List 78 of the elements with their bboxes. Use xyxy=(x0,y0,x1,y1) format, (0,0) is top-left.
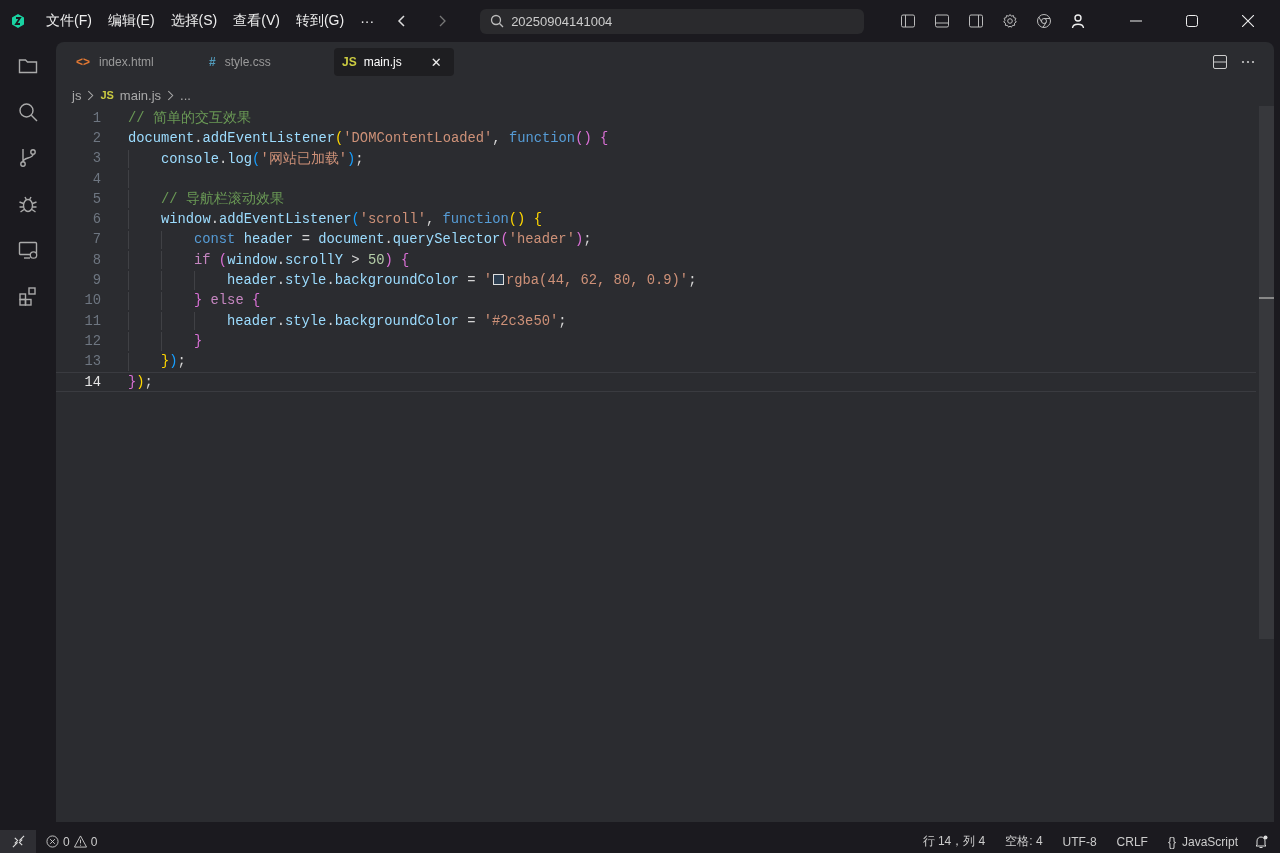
line-number: 9 xyxy=(91,273,101,288)
monitor-icon[interactable] xyxy=(18,240,38,260)
line-number: 1 xyxy=(91,110,101,126)
extensions-icon[interactable] xyxy=(18,286,38,306)
editor-tab[interactable]: <> index.html xyxy=(68,48,201,76)
file-type-icon: JS xyxy=(342,55,357,69)
line-number: 8 xyxy=(91,252,101,268)
chevron-icon xyxy=(167,89,175,101)
code-line: console.log('网站已加载'); xyxy=(161,150,364,168)
cursor-position[interactable]: 行 14，列 4 xyxy=(912,833,996,850)
code-line: document.addEventListener('DOMContentLoaded', function() { xyxy=(128,130,609,146)
menu-item[interactable]: 编辑(E) xyxy=(99,12,163,30)
breadcrumb-item[interactable]: ... xyxy=(180,87,191,103)
menu-item[interactable]: 文件(F) xyxy=(38,12,100,30)
encoding[interactable]: UTF-8 xyxy=(1052,834,1107,849)
close-icon[interactable] xyxy=(1242,15,1254,27)
maximize-icon[interactable] xyxy=(1186,15,1198,27)
error-icon xyxy=(46,835,59,848)
line-number: 10 xyxy=(83,293,101,309)
line-number: 13 xyxy=(83,354,101,370)
close-tab-icon[interactable]: ✕ xyxy=(430,54,442,70)
warning-count[interactable]: 0 xyxy=(90,834,98,849)
chevron-icon xyxy=(87,89,95,101)
line-number: 7 xyxy=(91,232,101,248)
breadcrumb-item[interactable]: js xyxy=(72,87,82,103)
app-logo-icon xyxy=(10,13,26,29)
toggle-secondary-sidebar-icon[interactable] xyxy=(968,13,984,29)
braces-icon: {} xyxy=(1167,834,1176,849)
code-line: header.style.backgroundColor = '#2c3e50'; xyxy=(227,313,567,329)
line-number: 14 xyxy=(83,374,101,390)
warning-icon xyxy=(73,835,87,848)
code-line: }); xyxy=(128,374,153,390)
folder-icon[interactable] xyxy=(18,56,38,76)
menu-item[interactable]: ··· xyxy=(352,13,383,29)
code-line: } else { xyxy=(194,293,261,309)
account-icon[interactable] xyxy=(1070,13,1086,29)
remote-icon xyxy=(11,835,25,848)
scrollbar[interactable] xyxy=(1259,106,1274,639)
remote-button[interactable] xyxy=(0,830,36,853)
code-line: // 导航栏滚动效果 xyxy=(161,190,284,209)
line-ending[interactable]: CRLF xyxy=(1106,834,1158,849)
toggle-panel-icon[interactable] xyxy=(934,13,950,29)
code-line: }); xyxy=(161,354,186,370)
browser-icon[interactable] xyxy=(1036,13,1052,29)
file-type-icon: JS xyxy=(100,89,114,101)
search-icon[interactable] xyxy=(18,102,38,122)
split-editor-icon[interactable] xyxy=(1212,54,1228,70)
code-line: window.addEventListener('scroll', function() { xyxy=(161,212,542,228)
line-number: 5 xyxy=(91,191,101,207)
menu-item[interactable]: 查看(V) xyxy=(225,12,288,30)
line-number: 2 xyxy=(91,130,101,146)
notification-bell-icon[interactable] xyxy=(1254,834,1268,849)
branch-icon[interactable] xyxy=(18,148,38,168)
menu-item[interactable]: 转到(G) xyxy=(287,12,353,30)
code-line: header.style.backgroundColor = ' rgba(44, 62, 80, 0.9)'; xyxy=(227,273,697,288)
line-number: 11 xyxy=(83,313,101,329)
settings-icon[interactable] xyxy=(1002,13,1018,29)
code-line: if (window.scrollY > 50) { xyxy=(194,252,410,268)
bug-icon[interactable] xyxy=(18,194,38,214)
toggle-sidebar-icon[interactable] xyxy=(900,13,916,29)
search-icon xyxy=(490,14,505,28)
editor-tab[interactable]: # style.css xyxy=(201,48,334,76)
language-mode[interactable]: JavaScript xyxy=(1181,834,1238,849)
breadcrumb-item[interactable]: main.js xyxy=(119,87,162,103)
code-line: } xyxy=(194,333,203,349)
line-number: 3 xyxy=(91,151,101,167)
code-line: const header = document.querySelector('header'); xyxy=(194,232,592,248)
search-field[interactable]: 20250904141004 xyxy=(480,8,865,34)
error-count[interactable]: 0 xyxy=(63,834,70,849)
code-line: // 简单的交互效果 xyxy=(128,109,251,128)
line-number: 12 xyxy=(83,333,101,349)
editor-tab[interactable]: JS main.js ✕ xyxy=(334,48,454,76)
file-type-icon: <> xyxy=(76,55,90,69)
menu-item[interactable]: 选择(S) xyxy=(162,12,226,30)
indentation[interactable]: 空格: 4 xyxy=(995,833,1053,850)
file-type-icon: # xyxy=(209,55,216,69)
line-number: 6 xyxy=(91,212,101,228)
line-number: 4 xyxy=(91,171,101,187)
